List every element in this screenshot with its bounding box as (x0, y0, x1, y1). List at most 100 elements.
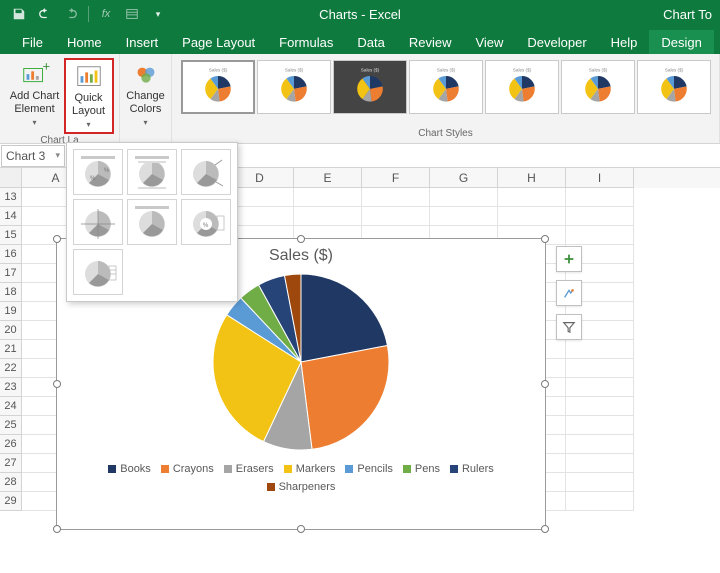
chart-style-6[interactable]: Sales ($) (561, 60, 635, 114)
column-header[interactable]: H (498, 168, 566, 188)
chart-style-7[interactable]: Sales ($) (637, 60, 711, 114)
cell[interactable] (566, 492, 634, 511)
column-header[interactable]: G (430, 168, 498, 188)
chart-legend[interactable]: Books Crayons Erasers Markers Pencils Pens Rul… (57, 457, 545, 499)
tab-view[interactable]: View (463, 30, 515, 54)
cell[interactable] (566, 454, 634, 473)
resize-handle[interactable] (541, 525, 549, 533)
column-header[interactable]: F (362, 168, 430, 188)
legend-item[interactable]: Rulers (450, 463, 494, 475)
chart-style-1[interactable]: Sales ($) (181, 60, 255, 114)
cell[interactable] (566, 397, 634, 416)
row-header[interactable]: 20 (0, 321, 22, 340)
legend-item[interactable]: Erasers (224, 463, 274, 475)
pie-slice-crayons[interactable] (301, 346, 389, 450)
resize-handle[interactable] (53, 380, 61, 388)
resize-handle[interactable] (297, 525, 305, 533)
chart-filters-button[interactable] (556, 314, 582, 340)
chart-elements-button[interactable] (556, 246, 582, 272)
row-header[interactable]: 22 (0, 359, 22, 378)
resize-handle[interactable] (297, 235, 305, 243)
redo-icon[interactable] (60, 4, 82, 24)
cell[interactable] (566, 340, 634, 359)
row-header[interactable]: 17 (0, 264, 22, 283)
cell[interactable] (566, 378, 634, 397)
save-icon[interactable] (8, 4, 30, 24)
cell[interactable] (294, 207, 362, 226)
row-header[interactable]: 23 (0, 378, 22, 397)
fx-icon[interactable]: fx (95, 4, 117, 24)
undo-icon[interactable] (34, 4, 56, 24)
row-header[interactable]: 19 (0, 302, 22, 321)
quick-layout-option-3[interactable] (181, 149, 231, 195)
row-header[interactable]: 16 (0, 245, 22, 264)
tab-design[interactable]: Design (649, 30, 713, 54)
row-header[interactable]: 25 (0, 416, 22, 435)
legend-item[interactable]: Crayons (161, 463, 214, 475)
row-header[interactable]: 21 (0, 340, 22, 359)
tab-help[interactable]: Help (599, 30, 650, 54)
tab-home[interactable]: Home (55, 30, 114, 54)
row-header[interactable]: 29 (0, 492, 22, 511)
chart-style-4[interactable]: Sales ($) (409, 60, 483, 114)
resize-handle[interactable] (541, 235, 549, 243)
row-header[interactable]: 13 (0, 188, 22, 207)
quick-layout-option-2[interactable] (127, 149, 177, 195)
tab-data[interactable]: Data (345, 30, 396, 54)
resize-handle[interactable] (53, 235, 61, 243)
row-header[interactable]: 14 (0, 207, 22, 226)
tab-page-layout[interactable]: Page Layout (170, 30, 267, 54)
tab-developer[interactable]: Developer (515, 30, 598, 54)
svg-text:Sales ($): Sales ($) (208, 67, 227, 72)
qat-customize-icon[interactable]: ▾ (147, 4, 169, 24)
chart-styles-button[interactable] (556, 280, 582, 306)
tab-file[interactable]: File (10, 30, 55, 54)
quick-layout-option-5[interactable] (127, 199, 177, 245)
legend-item[interactable]: Markers (284, 463, 336, 475)
resize-handle[interactable] (53, 525, 61, 533)
cell[interactable] (566, 435, 634, 454)
quick-layout-option-4[interactable] (73, 199, 123, 245)
cell[interactable] (430, 188, 498, 207)
cell[interactable] (566, 416, 634, 435)
legend-item[interactable]: Sharpeners (267, 481, 336, 493)
formula-bar[interactable] (266, 146, 720, 166)
cell[interactable] (566, 188, 634, 207)
quick-layout-option-7[interactable] (73, 249, 123, 295)
legend-item[interactable]: Books (108, 463, 151, 475)
cell[interactable] (566, 473, 634, 492)
cell[interactable] (294, 188, 362, 207)
chart-style-3[interactable]: Sales ($) (333, 60, 407, 114)
add-chart-element-button[interactable]: + Add Chart Element ▾ (6, 58, 64, 134)
chart-style-5[interactable]: Sales ($) (485, 60, 559, 114)
quick-layout-option-6[interactable]: % (181, 199, 231, 245)
quick-layout-option-1[interactable]: %% (73, 149, 123, 195)
change-colors-button[interactable]: Change Colors ▾ (121, 58, 171, 130)
row-header[interactable]: 28 (0, 473, 22, 492)
cell[interactable] (566, 226, 634, 245)
select-all-corner[interactable] (0, 168, 22, 188)
column-header[interactable]: I (566, 168, 634, 188)
resize-handle[interactable] (541, 380, 549, 388)
cell[interactable] (430, 207, 498, 226)
legend-item[interactable]: Pencils (345, 463, 392, 475)
cell[interactable] (566, 207, 634, 226)
quick-layout-button[interactable]: Quick Layout ▾ (64, 58, 114, 134)
row-header[interactable]: 24 (0, 397, 22, 416)
chart-style-2[interactable]: Sales ($) (257, 60, 331, 114)
cell[interactable] (362, 188, 430, 207)
cell[interactable] (362, 207, 430, 226)
cell[interactable] (566, 359, 634, 378)
tab-review[interactable]: Review (397, 30, 464, 54)
tableform-icon[interactable] (121, 4, 143, 24)
cell[interactable] (498, 207, 566, 226)
tab-insert[interactable]: Insert (114, 30, 171, 54)
row-header[interactable]: 27 (0, 454, 22, 473)
tab-formulas[interactable]: Formulas (267, 30, 345, 54)
column-header[interactable]: E (294, 168, 362, 188)
row-header[interactable]: 18 (0, 283, 22, 302)
cell[interactable] (498, 188, 566, 207)
row-header[interactable]: 26 (0, 435, 22, 454)
row-header[interactable]: 15 (0, 226, 22, 245)
legend-item[interactable]: Pens (403, 463, 440, 475)
